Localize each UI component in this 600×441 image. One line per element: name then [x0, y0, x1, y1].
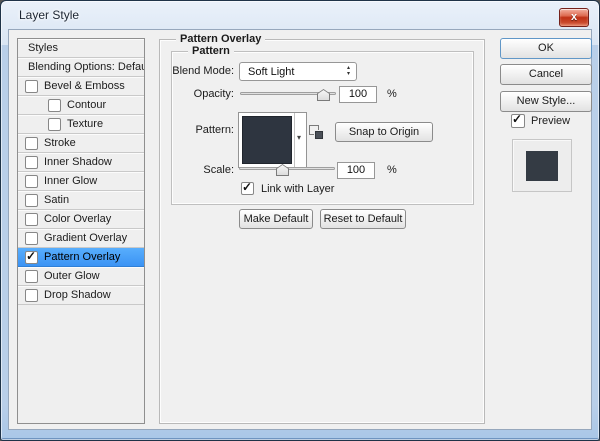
scale-slider-thumb[interactable]	[276, 164, 289, 176]
stroke-checkbox[interactable]	[25, 137, 38, 150]
layer-style-dialog: Layer Style x StylesBlending Options: De…	[0, 0, 600, 441]
snap-to-origin-button[interactable]: Snap to Origin	[335, 122, 433, 142]
titlebar[interactable]: Layer Style x	[1, 1, 599, 29]
outer-glow-checkbox[interactable]	[25, 270, 38, 283]
new-preset-icon[interactable]	[309, 125, 323, 139]
pattern-picker[interactable]: ▾	[238, 112, 307, 168]
opacity-slider-thumb[interactable]	[317, 89, 330, 101]
opacity-input[interactable]: 100	[339, 86, 377, 103]
blend-mode-label: Blend Mode:	[104, 65, 234, 77]
texture-checkbox[interactable]	[48, 118, 61, 131]
pattern-swatch	[242, 116, 292, 164]
sidebar-item-label: Inner Shadow	[44, 156, 112, 168]
reset-to-default-button[interactable]: Reset to Default	[320, 209, 406, 229]
sidebar-item-label: Styles	[28, 42, 58, 54]
ok-button[interactable]: OK	[500, 38, 592, 59]
pattern-overlay-checkbox[interactable]: ✓	[25, 251, 38, 264]
checkmark-icon: ✓	[26, 249, 36, 263]
drop-shadow-checkbox[interactable]	[25, 289, 38, 302]
sidebar-item-label: Gradient Overlay	[44, 232, 127, 244]
sidebar-item-drop-shadow[interactable]: Drop Shadow	[18, 286, 144, 305]
sidebar-item-gradient-overlay[interactable]: Gradient Overlay	[18, 229, 144, 248]
sidebar-item-pattern-overlay[interactable]: ✓ Pattern Overlay	[18, 248, 144, 267]
scale-input[interactable]: 100	[337, 162, 375, 179]
bevel-emboss-checkbox[interactable]	[25, 80, 38, 93]
sidebar-item-label: Drop Shadow	[44, 289, 111, 301]
color-overlay-checkbox[interactable]	[25, 213, 38, 226]
dialog-body: StylesBlending Options: DefaultBevel & E…	[8, 29, 592, 430]
inner-group-title: Pattern	[188, 45, 234, 58]
opacity-unit: %	[387, 88, 397, 100]
contour-checkbox[interactable]	[48, 99, 61, 112]
make-default-button[interactable]: Make Default	[239, 209, 313, 229]
preview-checkbox[interactable]: ✓	[511, 114, 525, 128]
link-with-layer-label: Link with Layer	[261, 183, 334, 195]
sidebar-item-label: Stroke	[44, 137, 76, 149]
checkmark-icon: ✓	[512, 112, 522, 126]
blend-mode-value: Soft Light	[248, 66, 294, 78]
sidebar-item-label: Color Overlay	[44, 213, 111, 225]
sidebar-item-label: Inner Glow	[44, 175, 97, 187]
preview-label: Preview	[531, 115, 570, 127]
pattern-label: Pattern:	[104, 124, 234, 136]
sidebar-item-outer-glow[interactable]: Outer Glow	[18, 267, 144, 286]
scale-unit: %	[387, 164, 397, 176]
cancel-button[interactable]: Cancel	[500, 64, 592, 85]
new-style-button[interactable]: New Style...	[500, 91, 592, 112]
sidebar-item-label: Pattern Overlay	[44, 251, 120, 263]
sidebar-item-styles[interactable]: Styles	[18, 39, 144, 58]
sidebar-item-satin[interactable]: Satin	[18, 191, 144, 210]
spinner-icon: ▴▾	[347, 65, 350, 77]
close-icon[interactable]: x	[559, 8, 589, 27]
scale-label: Scale:	[104, 164, 234, 176]
checkmark-icon: ✓	[242, 180, 252, 194]
sidebar-item-color-overlay[interactable]: Color Overlay	[18, 210, 144, 229]
blend-mode-select[interactable]: Soft Light ▴▾	[239, 62, 357, 81]
link-with-layer-checkbox[interactable]: ✓	[241, 182, 254, 195]
sidebar-item-label: Texture	[67, 118, 103, 130]
sidebar-item-label: Contour	[67, 99, 106, 111]
inner-shadow-checkbox[interactable]	[25, 156, 38, 169]
opacity-label: Opacity:	[104, 88, 234, 100]
pattern-dropdown[interactable]: ▾	[294, 113, 306, 167]
sidebar-item-label: Outer Glow	[44, 270, 100, 282]
preview-swatch	[526, 151, 558, 181]
preview-thumbnail	[512, 139, 572, 192]
chevron-down-icon: ▾	[297, 133, 301, 142]
sidebar-item-label: Satin	[44, 194, 69, 206]
sidebar-item-stroke[interactable]: Stroke	[18, 134, 144, 153]
gradient-overlay-checkbox[interactable]	[25, 232, 38, 245]
inner-glow-checkbox[interactable]	[25, 175, 38, 188]
satin-checkbox[interactable]	[25, 194, 38, 207]
window-title: Layer Style	[19, 8, 79, 22]
